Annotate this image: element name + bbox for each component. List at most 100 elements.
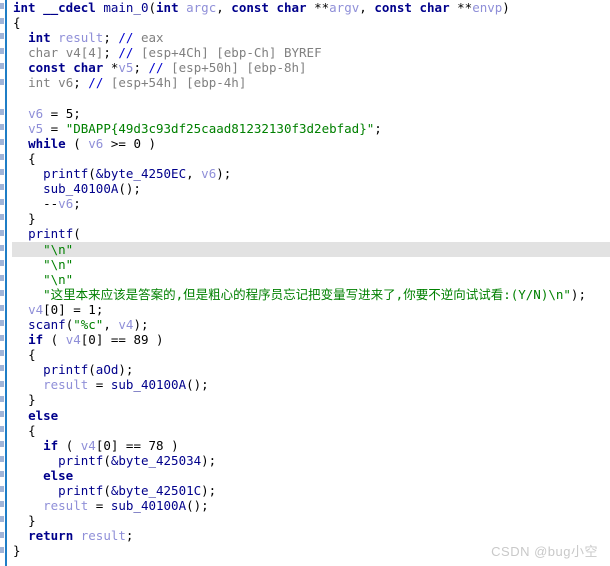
pseudocode-view[interactable]: int __cdecl main_0(int argc, const char …: [0, 0, 610, 566]
code-line[interactable]: {: [12, 347, 610, 362]
code-line[interactable]: v4[0] = 1;: [12, 302, 610, 317]
token-cmt[interactable]: v6: [58, 75, 73, 90]
token-fn[interactable]: sub_40100A: [43, 181, 118, 196]
token-kw[interactable]: if: [28, 332, 43, 347]
code-line[interactable]: else: [12, 468, 610, 483]
code-line[interactable]: {: [12, 423, 610, 438]
code-line[interactable]: "这里本来应该是答案的,但是粗心的程序员忘记把变量写进来了,你要不逆向试试看:(…: [12, 287, 610, 302]
code-line[interactable]: printf(aOd);: [12, 362, 610, 377]
code-line[interactable]: int v6; // [esp+54h] [ebp-4h]: [12, 75, 610, 90]
token-kw[interactable]: int: [13, 0, 36, 15]
code-line[interactable]: printf(&byte_42501C);: [12, 483, 610, 498]
code-line[interactable]: scanf("%c", v4);: [12, 317, 610, 332]
token-str[interactable]: "DBAPP{49d3c93df25caad81232130f3d2ebfad}…: [66, 121, 375, 136]
code-line[interactable]: "\n": [12, 241, 610, 257]
token-kw[interactable]: else: [43, 468, 73, 483]
token-kw[interactable]: return: [28, 528, 73, 543]
token-num[interactable]: 78: [149, 438, 164, 453]
token-lv[interactable]: v5: [118, 60, 133, 75]
token-fn[interactable]: scanf: [28, 317, 66, 332]
token-lv[interactable]: result: [43, 498, 88, 513]
token-cmt[interactable]: int: [28, 75, 51, 90]
code-line[interactable]: printf(&byte_425034);: [12, 453, 610, 468]
code-line[interactable]: int __cdecl main_0(int argc, const char …: [12, 0, 610, 15]
code-line[interactable]: {: [12, 15, 610, 30]
token-cmtm[interactable]: //: [149, 60, 164, 75]
code-line[interactable]: printf(: [12, 226, 610, 241]
token-lv[interactable]: v4: [66, 332, 81, 347]
token-kw[interactable]: const: [374, 0, 412, 15]
token-fn[interactable]: printf: [43, 166, 88, 181]
token-str[interactable]: "\n": [43, 272, 73, 287]
token-num[interactable]: 0: [133, 136, 141, 151]
code-line[interactable]: printf(&byte_4250EC, v6);: [12, 166, 610, 181]
token-cmtm[interactable]: //: [118, 30, 133, 45]
token-cmt[interactable]: v4[4]: [66, 45, 104, 60]
token-fn[interactable]: sub_40100A: [111, 377, 186, 392]
token-kw[interactable]: char: [420, 0, 450, 15]
token-fn[interactable]: sub_40100A: [111, 498, 186, 513]
code-line[interactable]: result = sub_40100A();: [12, 377, 610, 392]
token-lv[interactable]: argc: [186, 0, 216, 15]
token-lv[interactable]: v6: [88, 136, 103, 151]
token-fn[interactable]: &byte_425034: [111, 453, 201, 468]
token-fn[interactable]: aOd: [96, 362, 119, 377]
token-fn[interactable]: &byte_4250EC: [96, 166, 186, 181]
token-cmt[interactable]: [esp+4Ch] [ebp-Ch] BYREF: [133, 45, 322, 60]
token-lv[interactable]: result: [43, 377, 88, 392]
code-line[interactable]: "\n": [12, 272, 610, 287]
token-lv[interactable]: v4: [118, 317, 133, 332]
token-kw[interactable]: while: [28, 136, 66, 151]
token-lv[interactable]: result: [81, 528, 126, 543]
token-cmt[interactable]: [esp+50h] [ebp-8h]: [164, 60, 306, 75]
code-line[interactable]: --v6;: [12, 196, 610, 211]
token-lv[interactable]: argv: [329, 0, 359, 15]
code-line[interactable]: sub_40100A();: [12, 181, 610, 196]
token-lv[interactable]: result: [58, 30, 103, 45]
token-kw[interactable]: if: [43, 438, 58, 453]
token-num[interactable]: 89: [133, 332, 148, 347]
token-cmt[interactable]: [esp+54h] [ebp-4h]: [103, 75, 246, 90]
token-str[interactable]: "这里本来应该是答案的,但是粗心的程序员忘记把变量写进来了,你要不逆向试试看:(…: [43, 287, 571, 302]
token-str[interactable]: "%c": [73, 317, 103, 332]
token-str[interactable]: "\n": [43, 257, 73, 272]
token-fn[interactable]: printf: [58, 483, 103, 498]
code-line[interactable]: else: [12, 408, 610, 423]
token-num[interactable]: 0: [103, 438, 111, 453]
code-line[interactable]: char v4[4]; // [esp+4Ch] [ebp-Ch] BYREF: [12, 45, 610, 60]
code-line[interactable]: "\n": [12, 257, 610, 272]
token-kw[interactable]: int: [156, 0, 179, 15]
token-lv[interactable]: v5: [28, 121, 43, 136]
token-lv[interactable]: envp: [472, 0, 502, 15]
code-line[interactable]: const char *v5; // [esp+50h] [ebp-8h]: [12, 60, 610, 75]
token-fn[interactable]: &byte_42501C: [111, 483, 201, 498]
token-cmtm[interactable]: //: [88, 75, 103, 90]
token-num[interactable]: 1: [88, 302, 96, 317]
token-cmt[interactable]: char: [28, 45, 58, 60]
code-line[interactable]: if ( v4[0] == 78 ): [12, 438, 610, 453]
code-line[interactable]: }: [12, 392, 610, 407]
token-kw[interactable]: else: [28, 408, 58, 423]
code-line[interactable]: {: [12, 151, 610, 166]
code-line[interactable]: }: [12, 211, 610, 226]
token-str[interactable]: "\n": [43, 242, 73, 257]
line-marker-gutter[interactable]: [0, 0, 12, 566]
token-fn[interactable]: printf: [43, 362, 88, 377]
token-kw[interactable]: char: [276, 0, 306, 15]
code-line[interactable]: if ( v4[0] == 89 ): [12, 332, 610, 347]
code-line[interactable]: v6 = 5;: [12, 106, 610, 121]
token-cmtm[interactable]: //: [118, 45, 133, 60]
code-line[interactable]: result = sub_40100A();: [12, 498, 610, 513]
token-kw[interactable]: int: [28, 30, 51, 45]
token-kw[interactable]: char: [73, 60, 103, 75]
code-line[interactable]: v5 = "DBAPP{49d3c93df25caad81232130f3d2e…: [12, 121, 610, 136]
token-cmt[interactable]: eax: [133, 30, 164, 45]
token-num[interactable]: 0: [88, 332, 96, 347]
code-line[interactable]: [12, 91, 610, 106]
token-lv[interactable]: v4: [81, 438, 96, 453]
code-line[interactable]: }: [12, 513, 610, 528]
code-line[interactable]: int result; // eax: [12, 30, 610, 45]
token-kw[interactable]: const: [231, 0, 269, 15]
token-lv[interactable]: v6: [58, 196, 73, 211]
pseudocode-text[interactable]: int __cdecl main_0(int argc, const char …: [12, 0, 610, 566]
